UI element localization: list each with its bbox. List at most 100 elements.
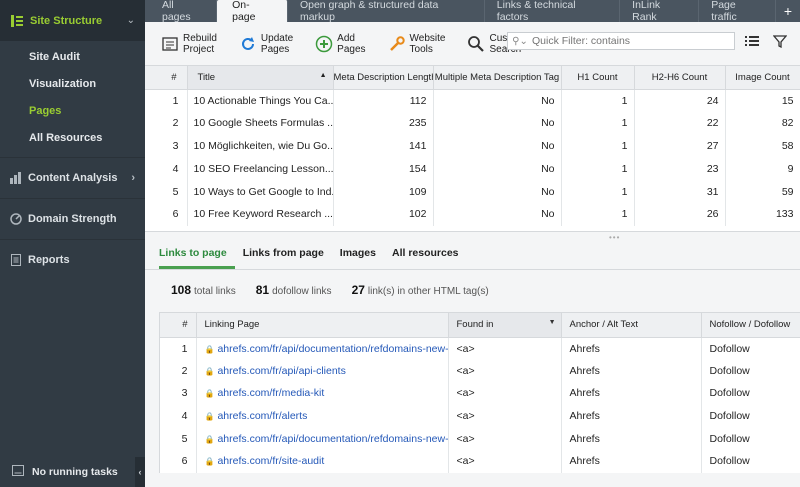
details-panel: Links to page Links from page Images All… bbox=[145, 240, 800, 487]
column-header-multiple-meta[interactable]: Multiple Meta Description Tag bbox=[433, 66, 562, 90]
follow-type-cell: Dofollow bbox=[701, 337, 800, 360]
sidebar: Site Structure ⌄ Site Audit Visualizatio… bbox=[0, 0, 145, 487]
toolbar: Rebuild Project Update Pages Add Pages W… bbox=[145, 22, 800, 66]
table-row[interactable]: 1 10 Actionable Things You Ca... 112 No 1 24 1… bbox=[145, 89, 800, 112]
column-header-h2-h6-count[interactable]: H2-H6 Count bbox=[634, 66, 726, 90]
linking-page-url[interactable]: ahrefs.com/fr/alerts bbox=[217, 410, 307, 422]
tab-all-pages[interactable]: All pages bbox=[150, 0, 218, 23]
column-header-image-count[interactable]: Image Count bbox=[725, 66, 800, 90]
column-header-index[interactable]: # bbox=[145, 66, 188, 90]
table-row[interactable]: 4 10 SEO Freelancing Lesson... 154 No 1 23 9 bbox=[145, 157, 800, 181]
linking-page-cell[interactable]: 🔒 ahrefs.com/fr/api/api-clients bbox=[196, 359, 449, 383]
table-row[interactable]: 2 10 Google Sheets Formulas ... 235 No 1 22 82 bbox=[145, 111, 800, 135]
tab-all-resources[interactable]: All resources bbox=[392, 247, 467, 269]
tab-links-from-page[interactable]: Links from page bbox=[243, 247, 332, 269]
tab-page-traffic[interactable]: Page traffic bbox=[699, 0, 776, 23]
h1-count-cell: 1 bbox=[561, 157, 635, 181]
multiple-meta-tag-cell: No bbox=[433, 202, 562, 226]
h1-count-cell: 1 bbox=[561, 202, 635, 226]
tab-links-technical[interactable]: Links & technical factors bbox=[485, 0, 621, 23]
h2-h6-count-cell: 26 bbox=[634, 202, 726, 226]
h2-h6-count-cell: 27 bbox=[634, 134, 726, 158]
update-pages-button[interactable]: Update Pages bbox=[223, 33, 299, 55]
meta-desc-length-cell: 102 bbox=[333, 202, 434, 226]
h1-count-cell: 1 bbox=[561, 111, 635, 135]
collapse-sidebar-icon[interactable]: ‹ bbox=[135, 457, 145, 487]
column-header-index[interactable]: # bbox=[160, 313, 197, 338]
table-header-row: # Title ▲ Meta Description Length Multipl… bbox=[145, 66, 800, 90]
quick-filter-input[interactable] bbox=[532, 35, 732, 47]
table-row[interactable]: 5 10 Ways to Get Google to Ind... 109 No 1 31… bbox=[145, 180, 800, 203]
sidebar-section-domain-strength[interactable]: Domain Strength bbox=[0, 198, 145, 239]
tab-inlink-rank[interactable]: InLink Rank bbox=[620, 0, 700, 23]
tab-links-to-page[interactable]: Links to page bbox=[159, 247, 235, 269]
sidebar-item-all-resources[interactable]: All Resources bbox=[0, 124, 145, 151]
sidebar-item-site-audit[interactable]: Site Audit bbox=[0, 43, 145, 70]
sidebar-item-pages[interactable]: Pages bbox=[0, 97, 145, 124]
found-in-cell: <a> bbox=[448, 359, 562, 383]
sidebar-item-visualization[interactable]: Visualization bbox=[0, 70, 145, 97]
rebuild-project-button[interactable]: Rebuild Project bbox=[145, 33, 223, 55]
linking-page-url[interactable]: ahrefs.com/fr/api/api-clients bbox=[217, 365, 345, 377]
anchor-text-cell: Ahrefs bbox=[561, 382, 702, 405]
linking-page-cell[interactable]: 🔒 ahrefs.com/fr/api/documentation/refdoma… bbox=[196, 427, 449, 450]
table-row[interactable]: 5 🔒 ahrefs.com/fr/api/documentation/refdom… bbox=[160, 427, 800, 450]
sort-descending-icon: ▼ bbox=[548, 319, 556, 327]
linking-page-url[interactable]: ahrefs.com/fr/media-kit bbox=[217, 387, 324, 399]
sidebar-section-reports[interactable]: Reports bbox=[0, 239, 145, 280]
content-analysis-icon bbox=[10, 172, 22, 184]
column-list-icon[interactable] bbox=[745, 35, 759, 50]
table-row[interactable]: 3 10 Möglichkeiten, wie Du Go... 141 No 1 27 5… bbox=[145, 134, 800, 158]
column-header-linking-page[interactable]: Linking Page bbox=[196, 313, 449, 338]
sidebar-section-content-analysis[interactable]: Content Analysis › bbox=[0, 157, 145, 198]
h1-count-cell: 1 bbox=[561, 134, 635, 158]
column-header-meta-desc-length[interactable]: Meta Description Length bbox=[333, 66, 434, 90]
found-in-cell: <a> bbox=[448, 449, 562, 473]
stat-value: 81 bbox=[255, 283, 270, 297]
multiple-meta-tag-cell: No bbox=[433, 134, 562, 158]
linking-page-cell[interactable]: 🔒 ahrefs.com/fr/media-kit bbox=[196, 382, 449, 405]
anchor-text-cell: Ahrefs bbox=[561, 359, 702, 383]
column-header-anchor[interactable]: Anchor / Alt Text bbox=[561, 313, 702, 338]
linking-page-cell[interactable]: 🔒 ahrefs.com/fr/alerts bbox=[196, 404, 449, 428]
h2-h6-count-cell: 31 bbox=[634, 180, 726, 203]
tab-images[interactable]: Images bbox=[340, 247, 384, 269]
column-header-nofollow-dofollow[interactable]: Nofollow / Dofollow bbox=[701, 313, 800, 338]
sidebar-section-site-structure[interactable]: Site Structure ⌄ bbox=[0, 0, 145, 41]
table-row[interactable]: 2 🔒 ahrefs.com/fr/api/api-clients <a> Ahrefs… bbox=[160, 359, 800, 383]
links-table: # Linking Page Found in ▼ Anchor / Alt Te… bbox=[159, 312, 800, 473]
quick-filter[interactable]: ⚲⌄ bbox=[507, 32, 735, 50]
linking-page-url[interactable]: ahrefs.com/fr/api/documentation/refdomai… bbox=[217, 433, 447, 445]
row-index-cell: 3 bbox=[145, 134, 188, 158]
found-in-cell: <a> bbox=[448, 337, 562, 360]
column-header-h1-count[interactable]: H1 Count bbox=[561, 66, 635, 90]
page-title-cell: 10 Ways to Get Google to Ind... bbox=[187, 180, 334, 203]
anchor-text-cell: Ahrefs bbox=[561, 449, 702, 473]
panel-splitter[interactable]: ••• bbox=[145, 232, 800, 242]
update-pages-label: Update Pages bbox=[260, 32, 294, 55]
table-row[interactable]: 6 🔒 ahrefs.com/fr/site-audit <a> Ahrefs Dofol… bbox=[160, 449, 800, 473]
table-row[interactable]: 6 10 Free Keyword Research ... 102 No 1 26 133 bbox=[145, 202, 800, 226]
tab-open-graph[interactable]: Open graph & structured data markup bbox=[288, 0, 485, 23]
add-pages-button[interactable]: Add Pages bbox=[299, 33, 371, 55]
column-header-found-in[interactable]: Found in ▼ bbox=[448, 313, 562, 338]
filter-funnel-icon[interactable] bbox=[772, 35, 788, 51]
task-status: No running tasks ‹ bbox=[0, 457, 145, 487]
row-index-cell: 1 bbox=[160, 337, 197, 360]
linking-page-cell[interactable]: 🔒 ahrefs.com/fr/api/documentation/refdoma… bbox=[196, 337, 449, 360]
add-tab-icon[interactable]: + bbox=[776, 0, 800, 22]
image-count-cell: 15 bbox=[725, 89, 800, 112]
row-index-cell: 2 bbox=[145, 111, 188, 135]
table-row[interactable]: 4 🔒 ahrefs.com/fr/alerts <a> Ahrefs Dofollow bbox=[160, 404, 800, 428]
linking-page-url[interactable]: ahrefs.com/fr/site-audit bbox=[217, 455, 324, 467]
table-row[interactable]: 3 🔒 ahrefs.com/fr/media-kit <a> Ahrefs Dofoll… bbox=[160, 382, 800, 405]
table-row[interactable]: 1 🔒 ahrefs.com/fr/api/documentation/refdom… bbox=[160, 337, 800, 360]
stat-label: link(s) in other HTML tag(s) bbox=[367, 286, 489, 297]
stat-total-links: 108 total links bbox=[171, 283, 236, 297]
sidebar-section-label: Domain Strength bbox=[28, 213, 117, 225]
website-tools-button[interactable]: Website Tools bbox=[372, 33, 452, 55]
column-header-title[interactable]: Title ▲ bbox=[187, 66, 334, 90]
linking-page-cell[interactable]: 🔒 ahrefs.com/fr/site-audit bbox=[196, 449, 449, 473]
linking-page-url[interactable]: ahrefs.com/fr/api/documentation/refdomai… bbox=[217, 343, 447, 355]
tab-on-page[interactable]: On-page bbox=[217, 0, 288, 23]
